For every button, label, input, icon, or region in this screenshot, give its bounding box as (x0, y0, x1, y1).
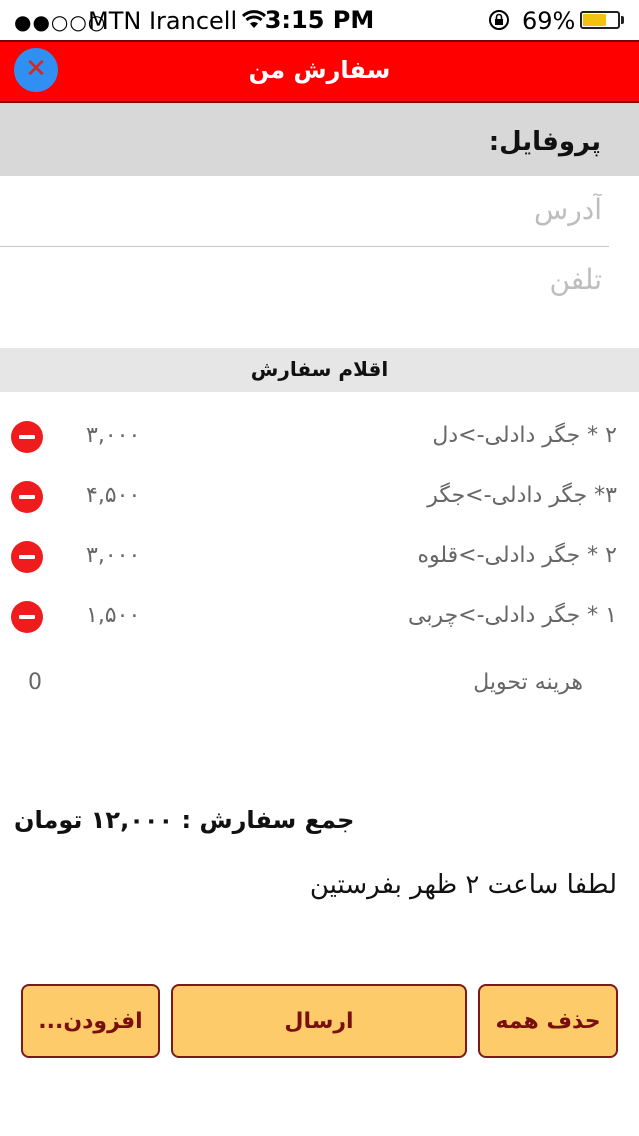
remove-item-button[interactable] (11, 601, 43, 633)
address-input[interactable] (20, 186, 604, 232)
item-name: ۳* جگر دادلی->جگر (427, 483, 617, 508)
send-button[interactable]: ارسال (171, 984, 467, 1058)
order-item-row: ۴,۵۰۰ ۳* جگر دادلی->جگر (0, 472, 639, 522)
order-total: جمع سفارش : ۱۲,۰۰۰ تومان (14, 806, 355, 834)
battery-tip (621, 16, 624, 24)
battery-icon (580, 11, 620, 29)
order-item-row: ۱,۵۰۰ ۱ * جگر دادلی->چربی (0, 592, 639, 642)
profile-section-header: پروفایل: (0, 103, 639, 176)
item-name: ۲ * جگر دادلی->قلوه (417, 543, 617, 568)
status-bar: ●●○○○ MTN Irancell 3:15 PM 69% (0, 0, 639, 40)
remove-item-button[interactable] (11, 541, 43, 573)
phone-input[interactable] (20, 256, 604, 302)
delivery-cost-label: هرینه تحویل (473, 670, 583, 695)
input-divider (0, 246, 609, 247)
rotation-lock-icon (489, 10, 509, 30)
item-price: ۳,۰۰۰ (86, 543, 141, 568)
battery-percentage: 69% (522, 7, 576, 35)
item-price: ۴,۵۰۰ (86, 483, 141, 508)
app-header: ✕ سفارش من (0, 40, 639, 103)
item-name: ۱ * جگر دادلی->چربی (407, 603, 617, 628)
order-item-row: ۳,۰۰۰ ۲ * جگر دادلی->دل (0, 412, 639, 462)
item-price: ۱,۵۰۰ (86, 603, 141, 628)
remove-item-button[interactable] (11, 421, 43, 453)
order-items-header: اقلام سفارش (0, 348, 639, 392)
item-price: ۳,۰۰۰ (86, 423, 141, 448)
remove-item-button[interactable] (11, 481, 43, 513)
battery-fill (583, 14, 606, 26)
item-name: ۲ * جگر دادلی->دل (432, 423, 617, 448)
order-item-row: ۳,۰۰۰ ۲ * جگر دادلی->قلوه (0, 532, 639, 582)
add-more-button[interactable]: افزودن... (21, 984, 160, 1058)
order-note: لطفا ساعت ۲ ظهر بفرستین (309, 870, 617, 900)
profile-label: پروفایل: (488, 127, 601, 157)
page-title: سفارش من (248, 56, 391, 84)
delivery-cost-value: 0 (28, 670, 42, 695)
order-items-label: اقلام سفارش (250, 357, 389, 381)
clear-all-button[interactable]: حذف همه (478, 984, 618, 1058)
